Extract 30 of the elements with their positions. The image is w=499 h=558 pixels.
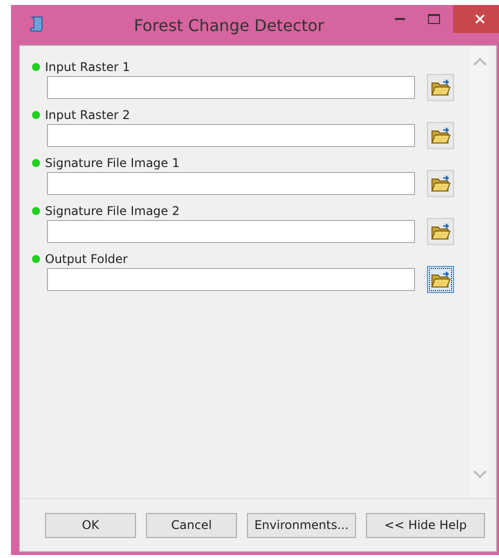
browse-button[interactable] (427, 170, 454, 197)
close-button[interactable] (453, 5, 499, 33)
dialog-button[interactable]: << Hide Help (366, 512, 485, 538)
browse-button[interactable] (427, 122, 454, 149)
parameter-label: Signature File Image 1 (45, 156, 180, 170)
scroll-icon (29, 15, 45, 33)
folder-icon (430, 126, 450, 144)
parameter-label: Input Raster 2 (45, 108, 130, 122)
browse-button[interactable] (427, 74, 454, 101)
folder-icon (430, 78, 450, 96)
folder-icon (430, 270, 450, 288)
parameter-label: Signature File Image 2 (45, 204, 180, 218)
input-field[interactable] (47, 220, 415, 243)
parameter-label: Output Folder (45, 252, 128, 266)
input-field[interactable] (47, 268, 415, 291)
parameter-label: Input Raster 1 (45, 60, 130, 74)
close-icon (475, 14, 485, 24)
browse-button[interactable] (427, 266, 454, 293)
folder-icon (430, 222, 450, 240)
folder-icon (430, 174, 450, 192)
dialog-button[interactable]: OK (45, 512, 136, 538)
dialog-button[interactable]: Cancel (146, 512, 237, 538)
browse-button[interactable] (427, 218, 454, 245)
input-field[interactable] (47, 76, 415, 99)
maximize-icon (428, 14, 440, 24)
window-title: Forest Change Detector (132, 16, 326, 34)
input-field[interactable] (47, 172, 415, 195)
minimize-icon (395, 18, 405, 20)
dialog-button[interactable]: Environments... (247, 512, 356, 538)
input-field[interactable] (47, 124, 415, 147)
